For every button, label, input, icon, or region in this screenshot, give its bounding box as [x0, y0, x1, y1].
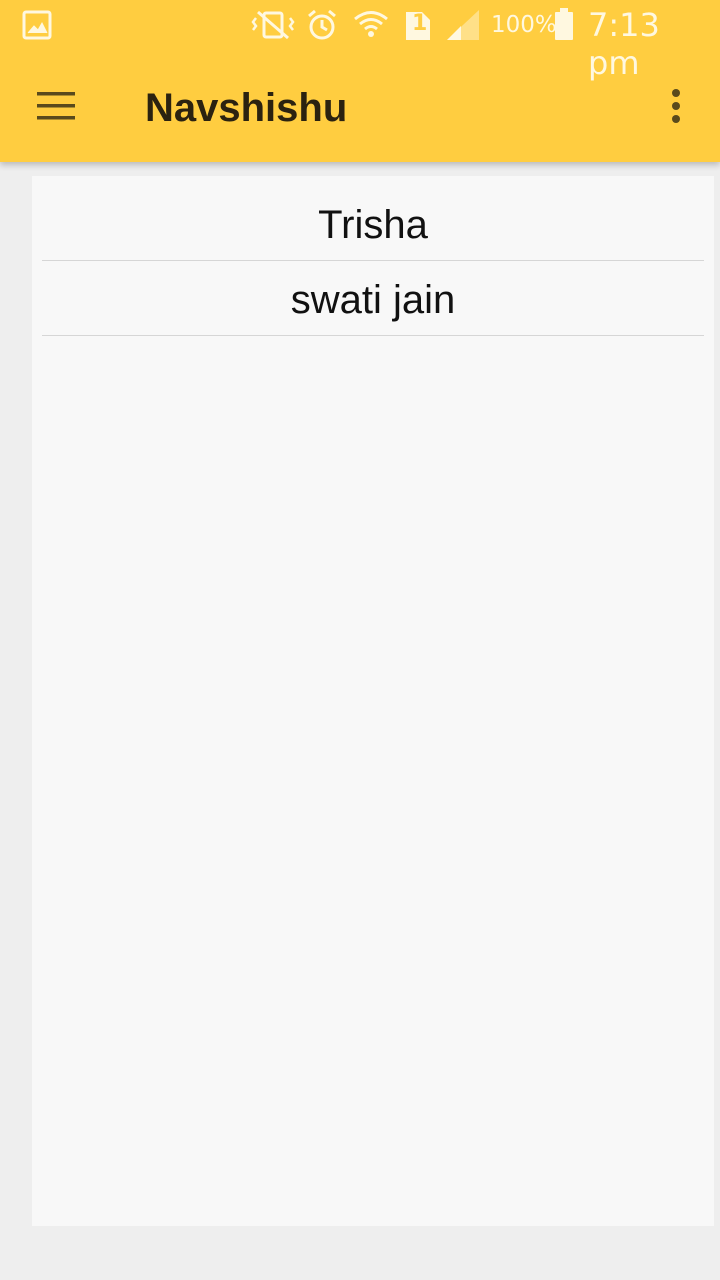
sim-slot-number: 1	[412, 11, 428, 36]
battery-percent: 100%	[491, 12, 557, 38]
hamburger-icon	[37, 92, 75, 120]
navigation-menu-button[interactable]	[24, 78, 88, 134]
app-bar: 1 100% 7:13 pm Navshishu	[0, 0, 720, 162]
alarm-icon	[308, 9, 336, 40]
gallery-icon	[22, 10, 52, 40]
clock: 7:13 pm	[588, 6, 660, 82]
list-item[interactable]: swati jain	[42, 261, 704, 336]
vibrate-off-icon	[251, 10, 295, 40]
battery-icon	[555, 8, 573, 40]
list-item[interactable]: Trisha	[42, 186, 704, 261]
page-title: Navshishu	[145, 86, 348, 130]
wifi-icon	[354, 11, 388, 37]
overflow-menu-button[interactable]	[652, 78, 700, 134]
content-card: Trisha swati jain	[32, 176, 714, 1226]
status-bar: 1 100% 7:13 pm	[0, 0, 720, 82]
more-vert-icon	[672, 89, 680, 123]
signal-icon	[447, 10, 479, 40]
name-list: Trisha swati jain	[42, 186, 704, 336]
